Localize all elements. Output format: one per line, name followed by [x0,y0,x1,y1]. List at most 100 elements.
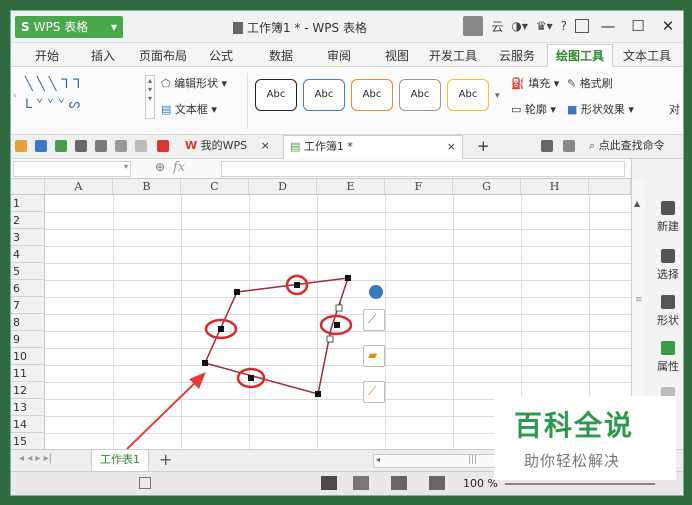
gallery-more-icon[interactable]: ▴ ▾ ▾ [145,75,155,119]
flag-icon[interactable] [563,140,575,152]
shape-style-3[interactable]: Abc [351,79,393,111]
outline-button[interactable]: ▭ 轮廓 ▾ [511,101,556,117]
shape-effects-button[interactable]: ■ 形状效果 ▾ [567,101,634,117]
scroll-thumb[interactable]: ||| [468,455,477,465]
export-icon[interactable] [55,140,67,152]
float-outline-button[interactable]: ⟋ [363,381,385,403]
scroll-left-icon[interactable]: ◂ [376,455,380,464]
sheet-tab-1[interactable]: 工作表1 [91,450,149,472]
cloud-label[interactable]: 云 [491,18,503,35]
horizontal-scrollbar[interactable]: ◂ ||| [373,454,513,468]
vertex-handle[interactable] [202,360,208,366]
tab-close-icon[interactable]: × [261,139,270,152]
tab-list-icon[interactable] [541,140,553,152]
tab-drawing-tools[interactable]: 绘图工具 [547,44,614,68]
undo-icon[interactable] [115,140,127,152]
customize-icon[interactable] [157,140,169,152]
zoom-level[interactable]: 100 % [463,477,498,490]
add-sheet-button[interactable]: + [159,450,172,469]
collapse-toolbar-icon[interactable] [369,285,383,299]
shape-style-5[interactable]: Abc [447,79,489,111]
textbox-button[interactable]: ▤ 文本框 ▾ [161,101,217,117]
minimize-button[interactable]: — [597,17,619,35]
tab-data[interactable]: 数据 [269,47,293,64]
tab-home[interactable]: 开始 [35,47,59,64]
print-preview-icon[interactable] [95,140,107,152]
shirt-icon[interactable]: ♛▾ [536,19,553,33]
zoom-search-icon[interactable]: ⊕ [155,160,165,174]
align-button[interactable]: 对 [669,101,680,117]
shape-style-1[interactable]: Abc [255,79,297,111]
macro-icon[interactable] [139,477,151,489]
line-shapes-row[interactable]: ╲╲╲ᒣᒣ [25,75,135,95]
tab-review[interactable]: 审阅 [327,47,351,64]
redo-icon[interactable] [135,140,147,152]
skin-icon[interactable]: ◑▾ [511,19,528,33]
edit-shape-button[interactable]: ⬠ 编辑形状 ▾ [161,75,227,91]
save-icon[interactable] [35,140,47,152]
reading-mode-icon[interactable] [429,476,445,490]
shape-style-4[interactable]: Abc [399,79,441,111]
tab-page-layout[interactable]: 页面布局 [139,47,187,64]
vertex-handle[interactable] [294,282,300,288]
normal-view-icon[interactable] [321,476,337,490]
chevron-down-icon: ▾ [110,20,117,34]
command-search[interactable]: ⌕ 点此查找命令 [583,135,671,159]
panel-collapse-tab[interactable] [683,281,684,401]
tab-workbook[interactable]: ▤ 工作簿1 * × [283,135,463,159]
tab-text-tools[interactable]: 文本工具 [623,47,671,64]
style-gallery-more-icon[interactable]: ▾ [495,91,500,101]
edit-shape-label: 编辑形状 ▾ [174,77,228,90]
ribbon-scroll-left-icon[interactable]: ‹ [13,91,17,101]
vertex-handle[interactable] [248,375,254,381]
edge-handle[interactable] [326,335,334,343]
vertex-handle[interactable] [218,326,224,332]
float-fill-button[interactable]: ▰ [363,345,385,367]
panel-select-button[interactable]: 选择 [650,249,683,282]
vertex-handle[interactable] [315,391,321,397]
help-button[interactable]: ? [561,19,567,33]
panel-properties-button[interactable]: 属性 [650,341,683,374]
close-button[interactable]: ✕ [657,17,679,35]
panel-new-button[interactable]: 新建 [650,201,683,234]
panel-shape-button[interactable]: 形状 [650,295,683,328]
page-break-view-icon[interactable] [353,476,369,490]
formula-input[interactable] [221,161,625,177]
fill-bucket-icon: ▰ [368,348,378,362]
maximize-button[interactable]: ☐ [627,17,649,35]
scroll-up-icon[interactable]: ▲ [634,199,640,208]
float-style-button[interactable]: ⟋ [363,309,385,331]
app-menu-button[interactable]: S WPS 表格 ▾ [15,16,123,38]
scroll-grip-icon[interactable]: ≡ [635,295,643,305]
workbook-tab-label: 工作簿1 * [303,140,353,153]
tab-insert[interactable]: 插入 [91,47,115,64]
tab-close-icon[interactable]: × [447,136,456,158]
format-painter-button[interactable]: ✎ 格式刷 [567,75,613,91]
restore-icon[interactable] [575,19,589,33]
ribbon: ‹ ╲╲╲ᒣᒣ ᒪᘁᘁᘁᔕ ▴ ▾ ▾ ⬠ 编辑形状 ▾ ▤ 文本框 ▾ Abc A… [11,67,683,135]
fx-icon[interactable]: fx [173,160,185,175]
name-box[interactable]: ▾ [13,161,131,177]
open-icon[interactable] [15,140,27,152]
print-icon[interactable] [75,140,87,152]
shape-gallery[interactable]: ╲╲╲ᒣᒣ ᒪᘁᘁᘁᔕ [25,75,135,121]
tab-my-wps[interactable]: W 我的WPS × [179,135,276,159]
zoom-slider[interactable] [505,483,655,485]
tab-formula[interactable]: 公式 [209,47,233,64]
sheet-nav-buttons[interactable]: ◂ ◂ ▸ ▸| [19,453,52,464]
tab-view[interactable]: 视图 [385,47,409,64]
tab-developer[interactable]: 开发工具 [429,47,477,64]
avatar[interactable] [463,16,484,36]
vertex-handle[interactable] [345,275,351,281]
tab-cloud-service[interactable]: 云服务 [499,47,535,64]
fill-button[interactable]: ⛽ 填充 ▾ [511,75,559,91]
fill-label: 填充 ▾ [528,77,560,90]
my-wps-label: 我的WPS [200,139,248,152]
edge-handle[interactable] [335,304,343,312]
vertex-handle[interactable] [334,322,340,328]
new-tab-button[interactable]: + [471,135,496,159]
vertex-handle[interactable] [234,289,240,295]
shape-style-2[interactable]: Abc [303,79,345,111]
connector-shapes-row[interactable]: ᒪᘁᘁᘁᔕ [25,95,135,115]
page-layout-view-icon[interactable] [391,476,407,490]
